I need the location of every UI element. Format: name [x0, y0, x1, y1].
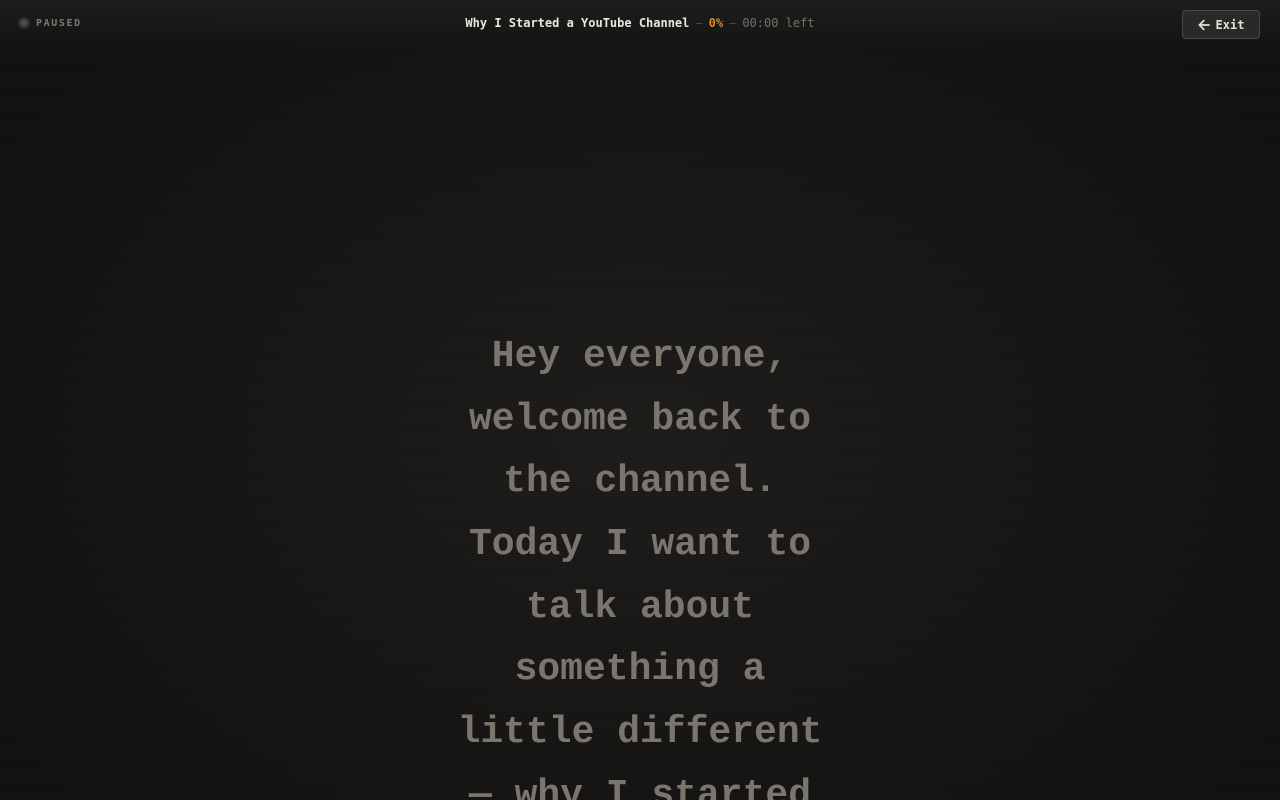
script-info: Why I Started a YouTube Channel — 0% — 00:00… [0, 16, 1280, 30]
script-line: Today I want to [468, 523, 812, 567]
time-left: 00:00 left [742, 16, 815, 30]
script-line: the channel. [503, 460, 777, 504]
arrow-left-icon [1198, 19, 1210, 31]
separator: — [695, 16, 703, 30]
script-line: Hey everyone, [491, 335, 789, 378]
script-title: Why I Started a YouTube Channel [465, 16, 690, 30]
script-line: — why I started [468, 773, 812, 800]
top-bar: PAUSED Why I Started a YouTube Channel —0… [0, 0, 1280, 48]
script-line: welcome back to [468, 397, 812, 441]
script-line: talk about [525, 585, 755, 629]
script-line: little different [457, 711, 823, 755]
exit-label: Exit [1215, 17, 1245, 32]
exit-button[interactable]: Exit [1182, 10, 1260, 39]
progress-percent: 0% [708, 16, 724, 30]
separator: — [729, 16, 737, 30]
script-line: something a [514, 648, 766, 692]
teleprompter-script: Hey everyone, welcome back to the channe… [0, 326, 1280, 800]
